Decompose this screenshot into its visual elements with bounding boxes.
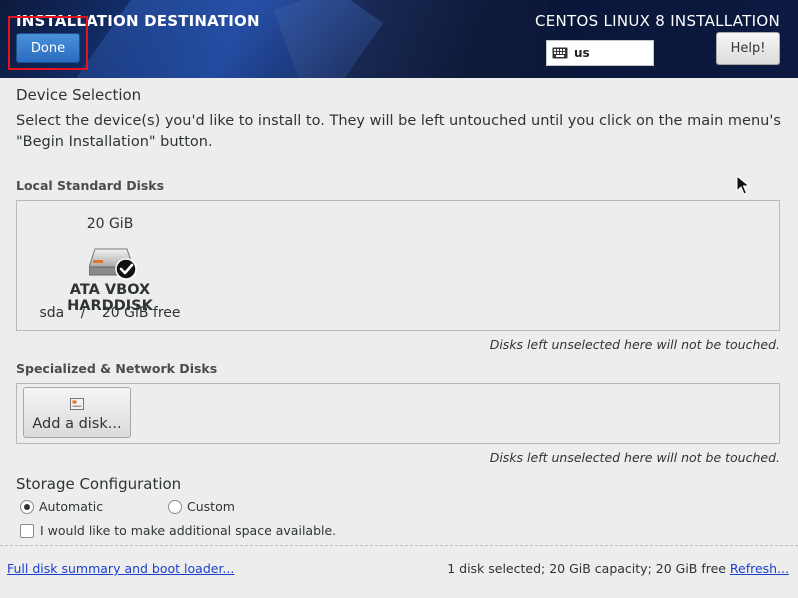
add-disk-label: Add a disk... bbox=[32, 416, 122, 432]
help-button[interactable]: Help! bbox=[716, 32, 780, 65]
product-title: CENTOS LINUX 8 INSTALLATION bbox=[534, 12, 780, 30]
storage-configuration-title: Storage Configuration bbox=[16, 475, 182, 493]
disk-size: 20 GiB bbox=[86, 216, 134, 232]
automatic-radio-option[interactable]: Automatic bbox=[20, 499, 103, 514]
local-disks-note: Disks left unselected here will not be t… bbox=[489, 337, 780, 352]
local-disks-heading: Local Standard Disks bbox=[16, 178, 165, 193]
automatic-radio[interactable] bbox=[20, 499, 34, 514]
done-highlight-box bbox=[8, 16, 88, 70]
refresh-link[interactable]: Refresh... bbox=[730, 561, 789, 576]
add-disk-icon bbox=[70, 398, 84, 410]
custom-radio-option[interactable]: Custom bbox=[168, 499, 235, 514]
device-selection-description: Select the device(s) you'd like to insta… bbox=[16, 113, 781, 150]
disk-free: 20 GiB free bbox=[101, 305, 181, 321]
local-disks-panel: 20 GiB ATA VBOX HARDDISK sda / 20 GiB fr… bbox=[16, 200, 780, 331]
custom-radio[interactable] bbox=[168, 499, 182, 514]
specialized-disks-note: Disks left unselected here will not be t… bbox=[489, 450, 780, 465]
device-selection-title: Device Selection bbox=[16, 86, 142, 104]
custom-label: Custom bbox=[187, 499, 235, 514]
disk-device: sda bbox=[39, 305, 65, 321]
disk-info: sda / 20 GiB free bbox=[25, 305, 195, 321]
header-bar: INSTALLATION DESTINATION CENTOS LINUX 8 … bbox=[0, 0, 798, 78]
harddisk-icon bbox=[89, 248, 137, 280]
keyboard-layout-indicator[interactable]: us bbox=[546, 40, 654, 66]
disk-info-separator: / bbox=[80, 305, 86, 321]
footer-divider bbox=[0, 545, 798, 546]
automatic-label: Automatic bbox=[39, 499, 104, 514]
disk-selection-summary: 1 disk selected; 20 GiB capacity; 20 GiB… bbox=[447, 561, 726, 576]
specialized-disks-heading: Specialized & Network Disks bbox=[16, 361, 218, 376]
keyboard-icon bbox=[552, 47, 568, 59]
disk-item-sda[interactable]: 20 GiB ATA VBOX HARDDISK sda / 20 GiB fr… bbox=[25, 207, 195, 327]
mouse-cursor-icon bbox=[736, 175, 750, 195]
full-disk-summary-link[interactable]: Full disk summary and boot loader... bbox=[7, 561, 234, 576]
additional-space-checkbox[interactable] bbox=[20, 523, 34, 538]
add-disk-button[interactable]: Add a disk... bbox=[23, 387, 131, 438]
keyboard-layout-label: us bbox=[574, 46, 590, 60]
specialized-disks-panel: Add a disk... bbox=[16, 383, 780, 444]
additional-space-label: I would like to make additional space av… bbox=[40, 523, 337, 538]
additional-space-option[interactable]: I would like to make additional space av… bbox=[20, 523, 336, 538]
